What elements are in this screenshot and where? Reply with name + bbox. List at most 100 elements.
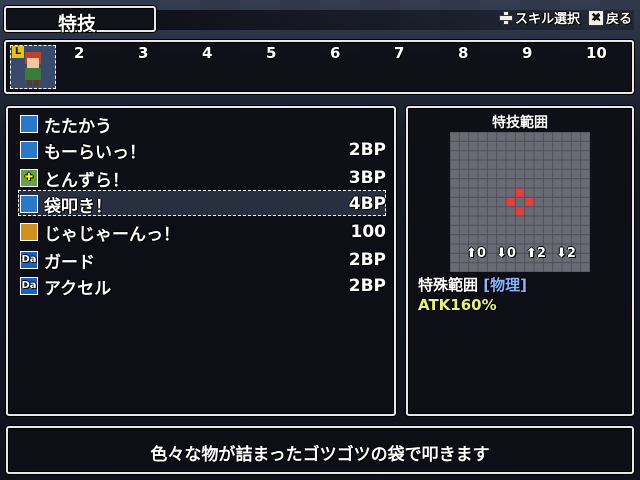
party-slot-2[interactable]: 2 [74, 44, 84, 62]
range-cell [506, 141, 515, 151]
range-cell-active [515, 188, 525, 197]
range-cell [506, 132, 515, 141]
range-cell [543, 151, 553, 160]
range-cell [571, 188, 581, 197]
range-cell [459, 179, 469, 188]
range-cell [525, 151, 534, 160]
range-cell [581, 235, 590, 244]
range-cell [487, 216, 497, 225]
party-slot-6[interactable]: 6 [330, 44, 340, 62]
skill-cost: 2BP [348, 250, 386, 270]
range-cell [515, 169, 525, 179]
range-cell [497, 179, 506, 188]
range-cell [534, 235, 543, 244]
party-bar: L 2 3 4 5 6 7 8 9 10 [4, 40, 634, 94]
range-cell [553, 132, 562, 141]
range-cell [562, 216, 571, 225]
range-cell [581, 253, 590, 263]
range-cell [553, 235, 562, 244]
range-cell [562, 132, 571, 141]
dice-skill-icon [20, 223, 38, 241]
range-cell [487, 235, 497, 244]
skill-item[interactable]: Da ガード 2BP [20, 248, 386, 274]
party-member-portrait[interactable]: L [10, 45, 56, 89]
range-cell [534, 132, 543, 141]
skill-item[interactable]: Da アクセル 2BP [20, 274, 386, 300]
range-cell-active [515, 207, 525, 216]
legend-down-enemy-icon: ⬇2 [556, 246, 576, 261]
party-slot-8[interactable]: 8 [458, 44, 468, 62]
range-cell [450, 225, 459, 235]
skill-item-selected[interactable]: 袋叩き！ 4BP [20, 192, 386, 218]
range-cell [534, 160, 543, 169]
range-cell [450, 216, 459, 225]
range-cell [506, 216, 515, 225]
range-cell [459, 235, 469, 244]
range-cell [469, 263, 478, 272]
range-cell [497, 197, 506, 207]
range-cell [478, 197, 487, 207]
range-cell [534, 188, 543, 197]
legend-up-enemy-icon: ⬆2 [526, 246, 546, 261]
skill-item[interactable]: もーらいっ！ 2BP [20, 138, 386, 164]
range-cell [459, 160, 469, 169]
range-cell [506, 235, 515, 244]
skill-name: アクセル [44, 279, 112, 299]
page-title: 特技 [58, 13, 97, 35]
control-hints: スキル選択 ✕ 戻る [498, 8, 632, 27]
range-cell [497, 216, 506, 225]
range-cell [571, 197, 581, 207]
range-cell [543, 235, 553, 244]
range-cell [506, 207, 515, 216]
range-cell [571, 225, 581, 235]
range-cell [581, 225, 590, 235]
range-cell [525, 216, 534, 225]
skill-item[interactable]: ✚ とんずら！ 3BP [20, 166, 386, 192]
range-cell [478, 225, 487, 235]
range-cell [469, 132, 478, 141]
range-cell [459, 132, 469, 141]
range-cell [497, 169, 506, 179]
range-cell [506, 169, 515, 179]
range-cell [469, 207, 478, 216]
description-window: 色々な物が詰まったゴツゴツの袋で叩きます [6, 426, 634, 474]
party-slot-7[interactable]: 7 [394, 44, 404, 62]
legend-value: 2 [536, 246, 546, 261]
range-cell [450, 207, 459, 216]
range-cell [450, 197, 459, 207]
range-cell [515, 244, 525, 253]
range-cell [487, 207, 497, 216]
party-slot-9[interactable]: 9 [522, 44, 532, 62]
party-slot-4[interactable]: 4 [202, 44, 212, 62]
range-cell [515, 179, 525, 188]
range-cell [478, 207, 487, 216]
range-cell [478, 141, 487, 151]
skill-item[interactable]: たたかう [20, 112, 386, 138]
range-cell [459, 188, 469, 197]
range-cell [515, 151, 525, 160]
range-cell [487, 169, 497, 179]
range-cell [469, 216, 478, 225]
legend-value: 0 [506, 246, 516, 261]
range-cell [571, 235, 581, 244]
sword-icon [20, 115, 38, 133]
party-slot-5[interactable]: 5 [266, 44, 276, 62]
range-cell [469, 188, 478, 197]
range-cell [553, 179, 562, 188]
legend-value: 2 [566, 246, 576, 261]
party-slot-10[interactable]: 10 [586, 44, 607, 62]
range-cell [581, 132, 590, 141]
hint-back-label[interactable]: 戻る [606, 8, 632, 27]
range-cell [515, 235, 525, 244]
range-cell [581, 151, 590, 160]
range-cell [497, 188, 506, 197]
party-slot-3[interactable]: 3 [138, 44, 148, 62]
skill-item[interactable]: じゃじゃーんっ！ 100 [20, 220, 386, 246]
range-cell [469, 225, 478, 235]
range-cell [459, 225, 469, 235]
range-cell [459, 169, 469, 179]
range-cell [450, 244, 459, 253]
range-cell [469, 141, 478, 151]
range-cell [534, 151, 543, 160]
range-cell [562, 263, 571, 272]
